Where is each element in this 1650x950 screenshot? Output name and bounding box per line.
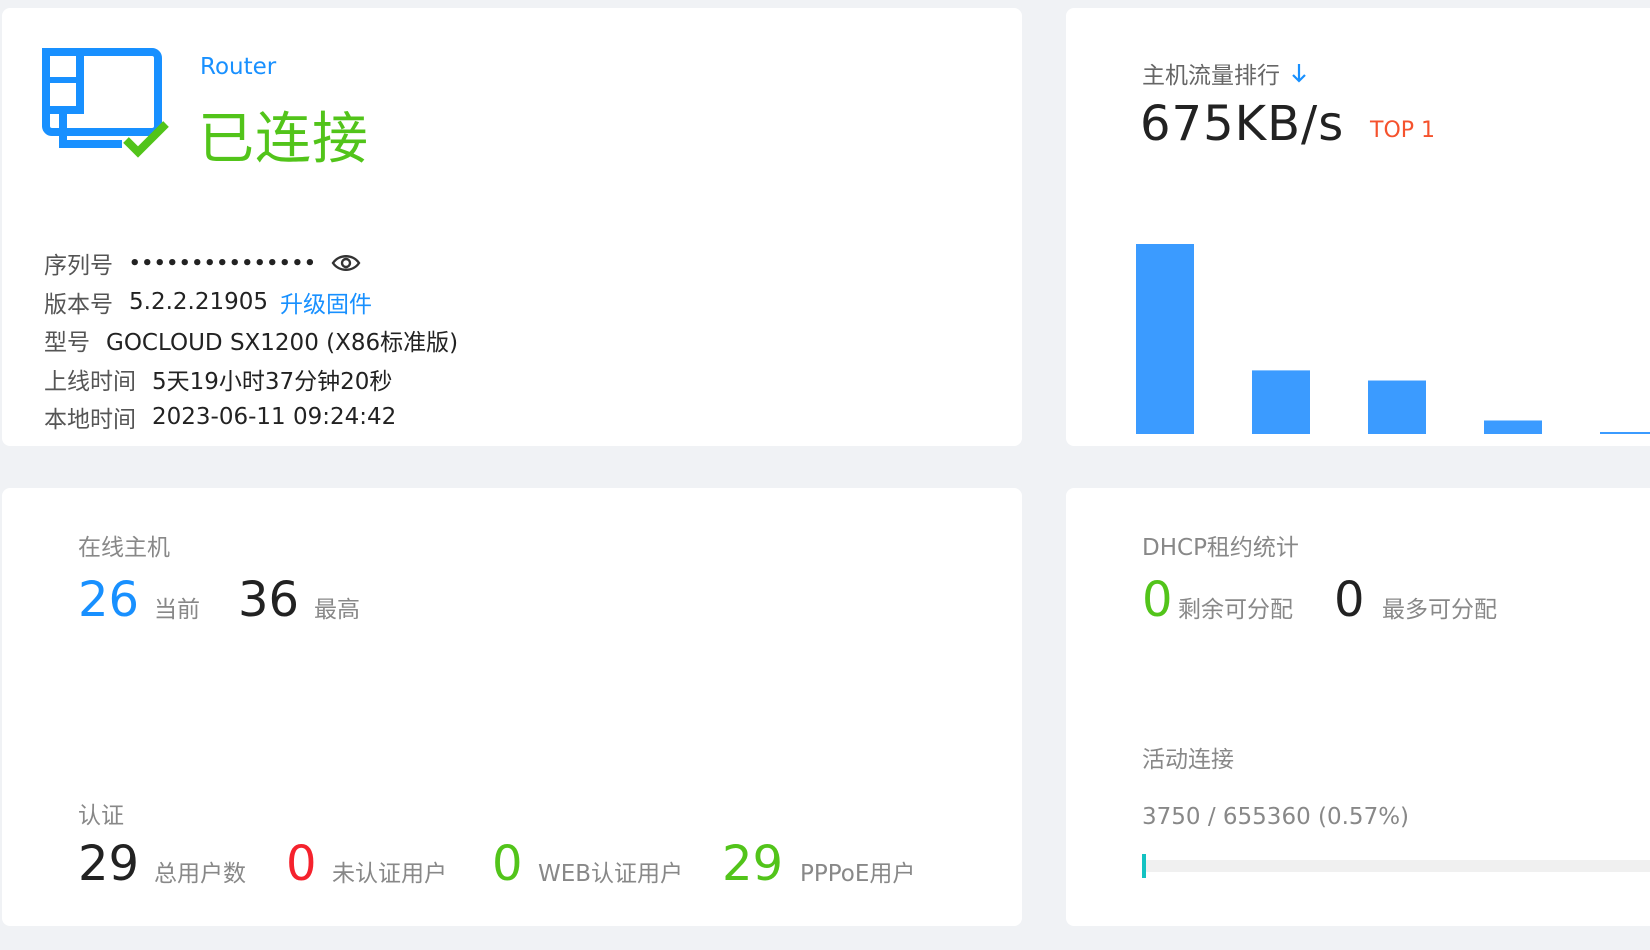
arrow-down-icon[interactable] [1290,62,1308,84]
pppoe-users-label: PPPoE用户 [800,861,916,887]
model-row: 型号 GOCLOUD SX1200 (X86标准版) [44,321,458,360]
traffic-bar-4[interactable] [1484,420,1542,434]
max-hosts-value: 36 [238,572,300,628]
dhcp-remaining-label: 剩余可分配 [1178,597,1293,623]
current-hosts-value: 26 [78,572,140,628]
connections-title: 活动连接 [1142,747,1234,773]
web-users-label: WEB认证用户 [538,861,684,887]
version-label: 版本号 [44,291,113,318]
online-hosts-card: 在线主机 26 当前 36 最高 认证 29 总用户数 0 未认证用户 0 WE… [2,488,1022,926]
dhcp-lease-card: DHCP租约统计 0 剩余可分配 0 最多可分配 活动连接 3750 / 655… [1066,488,1650,926]
traffic-bar-chart [1136,244,1650,434]
online-hosts-title: 在线主机 [78,535,170,561]
traffic-bar-3[interactable] [1368,380,1426,434]
dhcp-title: DHCP租约统计 [1142,535,1299,561]
connections-progress-marker [1142,854,1146,878]
dhcp-max-value: 0 [1334,572,1365,628]
router-status-card: Router 已连接 序列号 ••••••••••••••• 版本号 5.2.2… [2,8,1022,446]
total-users-value: 29 [78,836,140,892]
connections-progress-bar [1142,860,1650,872]
uptime-value: 5天19小时37分钟20秒 [152,368,393,395]
model-label: 型号 [44,330,90,357]
serial-row: 序列号 ••••••••••••••• [44,244,458,283]
dhcp-max-label: 最多可分配 [1382,597,1497,623]
connection-status: 已连接 [198,107,369,172]
traffic-bar-5[interactable] [1600,432,1650,434]
router-name: Router [200,54,277,80]
device-info: 序列号 ••••••••••••••• 版本号 5.2.2.21905 升级固件… [44,244,458,437]
connections-usage: 3750 / 655360 (0.57%) [1142,804,1410,830]
unauth-users-value: 0 [286,836,317,892]
serial-value: ••••••••••••••• [129,252,317,274]
host-traffic-card: 主机流量排行 675KB/s TOP 1 [1066,8,1650,446]
localtime-value: 2023-06-11 09:24:42 [152,404,397,431]
uptime-label: 上线时间 [44,368,136,395]
top-rank-badge: TOP 1 [1370,118,1436,143]
total-users-label: 总用户数 [154,861,246,887]
upgrade-firmware-link[interactable]: 升级固件 [280,285,372,319]
serial-label: 序列号 [44,253,113,280]
auth-title: 认证 [78,803,124,829]
current-hosts-label: 当前 [154,597,200,623]
router-connected-icon [42,48,169,158]
model-value: GOCLOUD SX1200 (X86标准版) [106,330,459,357]
traffic-title: 主机流量排行 [1142,56,1308,90]
traffic-bar-1[interactable] [1136,244,1194,434]
dhcp-remaining-value: 0 [1142,572,1173,628]
localtime-row: 本地时间 2023-06-11 09:24:42 [44,398,458,437]
top-traffic-value: 675KB/s [1140,96,1345,152]
max-hosts-label: 最高 [314,597,360,623]
uptime-row: 上线时间 5天19小时37分钟20秒 [44,360,458,399]
localtime-label: 本地时间 [44,407,136,434]
version-row: 版本号 5.2.2.21905 升级固件 [44,283,458,322]
version-value: 5.2.2.21905 [129,288,268,315]
eye-icon[interactable] [331,252,361,274]
traffic-title-text: 主机流量排行 [1142,63,1280,89]
unauth-users-label: 未认证用户 [332,861,447,887]
traffic-bar-2[interactable] [1252,370,1310,434]
pppoe-users-value: 29 [722,836,784,892]
web-users-value: 0 [492,836,523,892]
